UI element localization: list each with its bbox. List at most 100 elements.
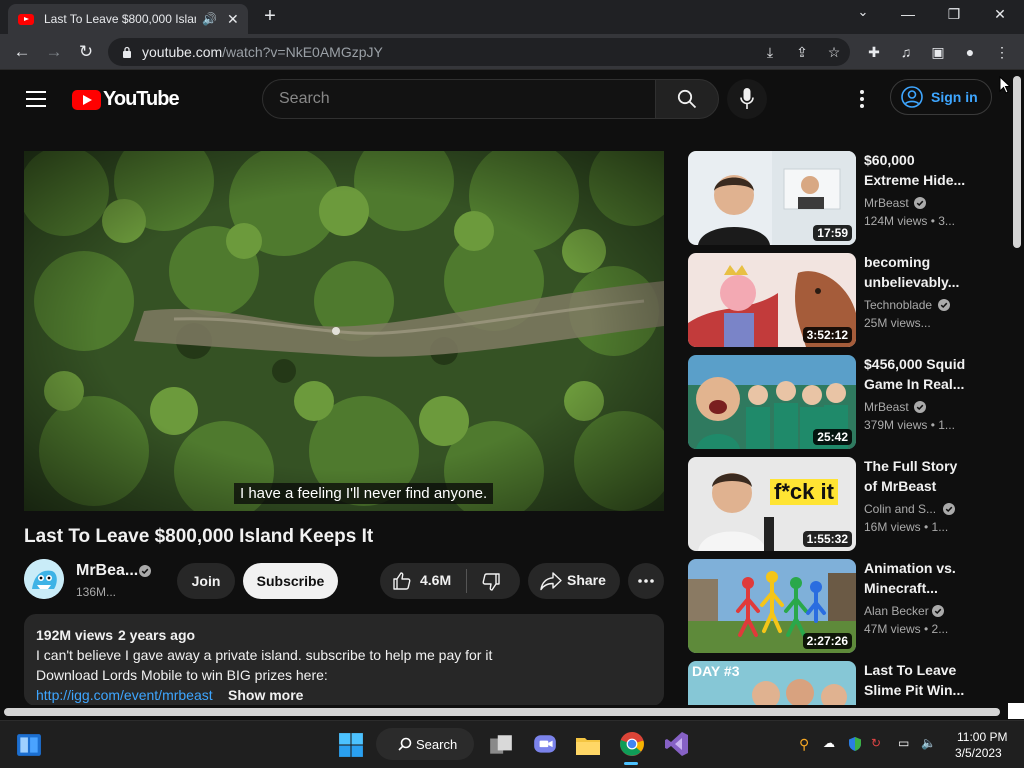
taskbar-search-button[interactable]: Search [376, 728, 474, 760]
youtube-logo[interactable]: YouTube [72, 88, 180, 111]
tab-title: Last To Leave $800,000 Island Keeps It [44, 12, 196, 26]
channel-name[interactable]: MrBeast [864, 400, 909, 414]
settings-more-icon[interactable] [850, 87, 874, 111]
thumbs-down-icon [482, 573, 500, 591]
sign-in-button[interactable]: Sign in [890, 79, 992, 115]
video-title-line-2[interactable]: unbelievably... [864, 274, 968, 290]
browser-toolbar: ← → ↻ youtube.com/watch?v=NkE0AMGzpJY ⤓ … [0, 34, 1024, 70]
browser-menu-icon[interactable]: ⋮ [992, 42, 1012, 62]
cloud-sync-icon[interactable]: ☁ [823, 736, 839, 752]
search-button[interactable] [655, 79, 719, 119]
search-tray-icon[interactable]: ⚲ [799, 736, 815, 752]
side-panel-icon[interactable]: ▣ [928, 42, 948, 62]
video-title-line-2[interactable]: of MrBeast [864, 478, 968, 494]
description-link[interactable]: http://igg.com/event/mrbeast [36, 687, 222, 703]
channel-name[interactable]: Technoblade [864, 298, 932, 312]
video-title-line-2[interactable]: Game In Real... [864, 376, 968, 392]
volume-icon[interactable]: 🔈 [921, 736, 937, 752]
video-thumbnail[interactable]: 17:59 [688, 151, 856, 245]
window-close-button[interactable]: ✕ [990, 6, 1010, 23]
video-title-line-1[interactable]: becoming [864, 254, 968, 270]
video-frame-forest-aerial [24, 151, 664, 511]
recommendation-item[interactable]: DAY #3 Last To Leave Slime Pit Win... [688, 661, 988, 705]
widgets-icon[interactable] [16, 732, 42, 758]
subscribe-button[interactable]: Subscribe [243, 563, 338, 599]
teams-chat-icon[interactable] [532, 732, 558, 758]
video-player[interactable]: I have a feeling I'll never find anyone. [24, 151, 664, 511]
recommendation-item[interactable]: 3:52:12 becoming unbelievably... Technob… [688, 253, 988, 349]
youtube-logo-text: YouTube [103, 88, 180, 110]
video-title-line-2[interactable]: Extreme Hide... [864, 172, 968, 188]
update-refresh-icon[interactable]: ↻ [871, 736, 887, 752]
url-path: /watch?v=NkE0AMGzpJY [222, 44, 383, 60]
forward-arrow-icon[interactable]: → [44, 42, 64, 62]
video-title-line-1[interactable]: $456,000 Squid [864, 356, 968, 372]
channel-name[interactable]: Alan Becker [864, 604, 929, 618]
recommendation-item[interactable]: f*ck it 1:55:32 The Full Story of MrBeas… [688, 457, 988, 553]
channel-name[interactable]: MrBeast [864, 196, 909, 210]
window-restore-button[interactable]: ❐ [944, 6, 964, 23]
youtube-header: YouTube Sign in [0, 71, 1010, 127]
new-tab-button[interactable]: + [260, 6, 280, 26]
lock-icon [123, 46, 131, 58]
video-duration: 2:27:26 [802, 633, 852, 649]
channel-name[interactable]: Colin and S... [864, 502, 936, 516]
search-input[interactable] [262, 79, 656, 119]
active-app-indicator [624, 762, 638, 765]
bookmark-star-icon[interactable]: ☆ [824, 42, 844, 62]
video-meta: 379M views • 1... [864, 418, 955, 432]
show-more-button[interactable]: Show more [228, 687, 303, 703]
visual-studio-icon[interactable] [664, 731, 690, 757]
dislike-button[interactable] [467, 563, 520, 599]
scrollbar-corner [1008, 703, 1024, 719]
join-button[interactable]: Join [177, 563, 235, 599]
video-title-line-1[interactable]: The Full Story [864, 458, 968, 474]
profile-icon[interactable]: ● [960, 42, 980, 62]
video-title-line-1[interactable]: Last To Leave [864, 662, 968, 678]
reload-icon[interactable]: ↻ [76, 42, 96, 62]
windows-start-icon[interactable] [338, 732, 364, 758]
video-thumbnail[interactable]: 25:42 [688, 355, 856, 449]
horizontal-scrollbar-thumb[interactable] [4, 708, 1000, 716]
share-page-icon[interactable]: ⇪ [792, 42, 812, 62]
security-shield-icon[interactable] [847, 736, 863, 752]
video-title-line-1[interactable]: $60,000 [864, 152, 968, 168]
tab-audio-icon[interactable]: 🔊 [202, 12, 217, 26]
install-app-icon[interactable]: ⤓ [760, 42, 780, 62]
chrome-icon[interactable] [619, 731, 645, 757]
video-title-line-2[interactable]: Minecraft... [864, 580, 968, 596]
video-title-line-2[interactable]: Slime Pit Win... [864, 682, 968, 698]
recommendation-item[interactable]: 17:59 $60,000 Extreme Hide... MrBeast 12… [688, 151, 988, 247]
recommendation-item[interactable]: 2:27:26 Animation vs. Minecraft... Alan … [688, 559, 988, 655]
more-actions-button[interactable] [628, 563, 664, 599]
display-icon[interactable]: ▭ [898, 736, 914, 752]
upload-age: 2 years ago [118, 627, 196, 643]
video-thumbnail[interactable]: f*ck it 1:55:32 [688, 457, 856, 551]
address-bar[interactable]: youtube.com/watch?v=NkE0AMGzpJY [108, 38, 850, 66]
video-thumbnail[interactable]: 3:52:12 [688, 253, 856, 347]
browser-tab-active[interactable]: Last To Leave $800,000 Island Keeps It 🔊… [8, 4, 248, 34]
video-thumbnail[interactable]: 2:27:26 [688, 559, 856, 653]
file-explorer-icon[interactable] [575, 732, 601, 758]
video-duration: 3:52:12 [802, 327, 852, 343]
media-control-icon[interactable]: ♫ [896, 42, 916, 62]
verified-check-icon [139, 565, 151, 577]
extensions-puzzle-icon[interactable]: ✚ [864, 42, 884, 62]
video-caption: I have a feeling I'll never find anyone. [234, 483, 494, 504]
back-arrow-icon[interactable]: ← [12, 42, 32, 62]
channel-name[interactable]: MrBea... [76, 562, 138, 580]
window-minimize-button[interactable]: — [898, 6, 918, 22]
task-view-icon[interactable] [488, 732, 514, 758]
channel-avatar[interactable] [24, 559, 64, 599]
vertical-scrollbar-thumb[interactable] [1013, 76, 1021, 248]
video-title-line-1[interactable]: Animation vs. [864, 560, 968, 576]
voice-search-button[interactable] [727, 79, 767, 119]
video-duration: 1:55:32 [802, 531, 852, 547]
video-thumbnail[interactable]: DAY #3 [688, 661, 856, 705]
taskbar-time[interactable]: 11:00 PM [957, 730, 1007, 744]
hamburger-menu-icon[interactable] [26, 91, 46, 107]
tab-search-chevron-icon[interactable]: ⌄ [853, 4, 873, 20]
tab-close-icon[interactable]: ✕ [227, 11, 239, 28]
taskbar-date[interactable]: 3/5/2023 [955, 746, 1002, 760]
recommendation-item[interactable]: 25:42 $456,000 Squid Game In Real... MrB… [688, 355, 988, 451]
